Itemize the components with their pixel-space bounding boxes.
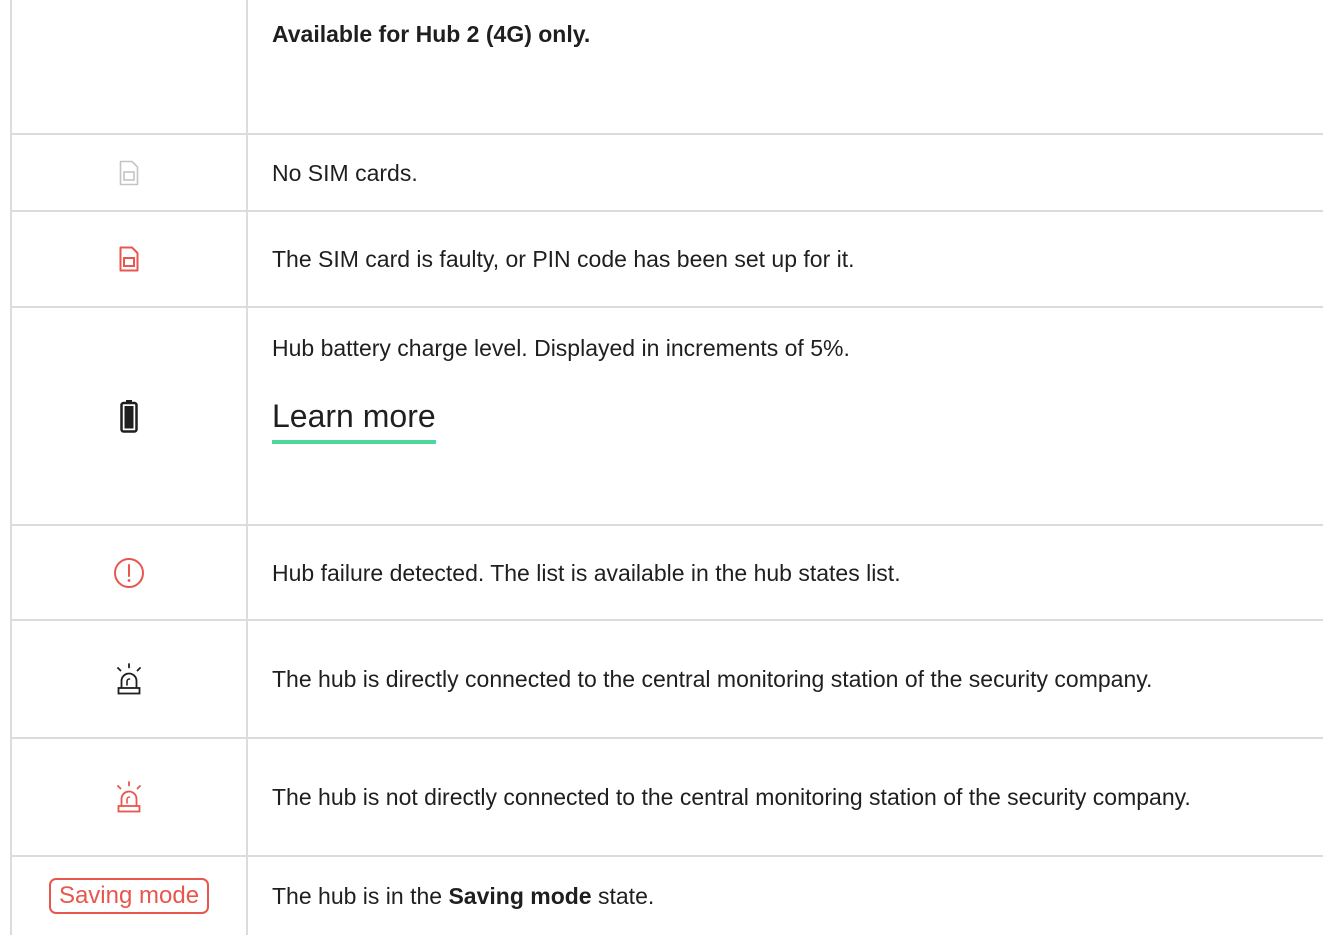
exclamation-circle-icon	[113, 557, 145, 589]
icon-cell	[12, 621, 248, 737]
row-description: Hub battery charge level. Displayed in i…	[272, 335, 850, 361]
description-cell: The SIM card is faulty, or PIN code has …	[272, 212, 1305, 306]
table-row: The SIM card is faulty, or PIN code has …	[12, 212, 1323, 308]
row-description: The hub is directly connected to the cen…	[272, 666, 1153, 692]
battery-icon	[120, 399, 138, 433]
row-description: The hub is not directly connected to the…	[272, 784, 1191, 810]
row-description: No SIM cards.	[272, 159, 418, 186]
sim-card-error-icon	[119, 246, 139, 272]
icon-cell	[12, 0, 248, 133]
icon-cell: Saving mode	[12, 857, 248, 935]
icon-cell	[12, 526, 248, 619]
sim-card-empty-icon	[119, 160, 139, 186]
description-text-start: The hub is in the	[272, 883, 449, 909]
row-description: The SIM card is faulty, or PIN code has …	[272, 246, 855, 272]
learn-more-link[interactable]: Learn more	[272, 396, 436, 444]
hub-icons-table: Available for Hub 2 (4G) only. No SIM ca…	[10, 0, 1323, 935]
description-text-bold: Saving mode	[448, 883, 592, 909]
table-row: The hub is directly connected to the cen…	[12, 621, 1323, 739]
description-cell: Hub battery charge level. Displayed in i…	[272, 308, 1305, 524]
icon-cell	[12, 212, 248, 306]
icon-cell	[12, 739, 248, 855]
row-description: Hub failure detected. The list is availa…	[272, 559, 901, 586]
description-cell: The hub is not directly connected to the…	[272, 739, 1305, 855]
siren-icon	[114, 662, 144, 696]
table-row: No SIM cards.	[12, 135, 1323, 212]
description-cell: Hub failure detected. The list is availa…	[272, 526, 1305, 619]
description-cell: Available for Hub 2 (4G) only.	[272, 0, 1305, 133]
description-cell: The hub is in the Saving mode state.	[272, 857, 1305, 935]
icon-cell	[12, 135, 248, 210]
row-description: The hub is in the Saving mode state.	[272, 878, 1305, 914]
icon-cell	[12, 308, 248, 524]
description-cell: The hub is directly connected to the cen…	[272, 621, 1305, 737]
table-row: Saving mode The hub is in the Saving mod…	[12, 857, 1323, 935]
availability-note: Available for Hub 2 (4G) only.	[272, 21, 591, 47]
table-row: Hub battery charge level. Displayed in i…	[12, 308, 1323, 526]
description-text-end: state.	[591, 883, 655, 909]
saving-mode-badge: Saving mode	[48, 878, 210, 914]
description-cell: No SIM cards.	[272, 135, 1305, 210]
siren-red-icon	[114, 780, 144, 814]
table-row: The hub is not directly connected to the…	[12, 739, 1323, 857]
table-row: Available for Hub 2 (4G) only.	[12, 0, 1323, 135]
table-row: Hub failure detected. The list is availa…	[12, 526, 1323, 621]
